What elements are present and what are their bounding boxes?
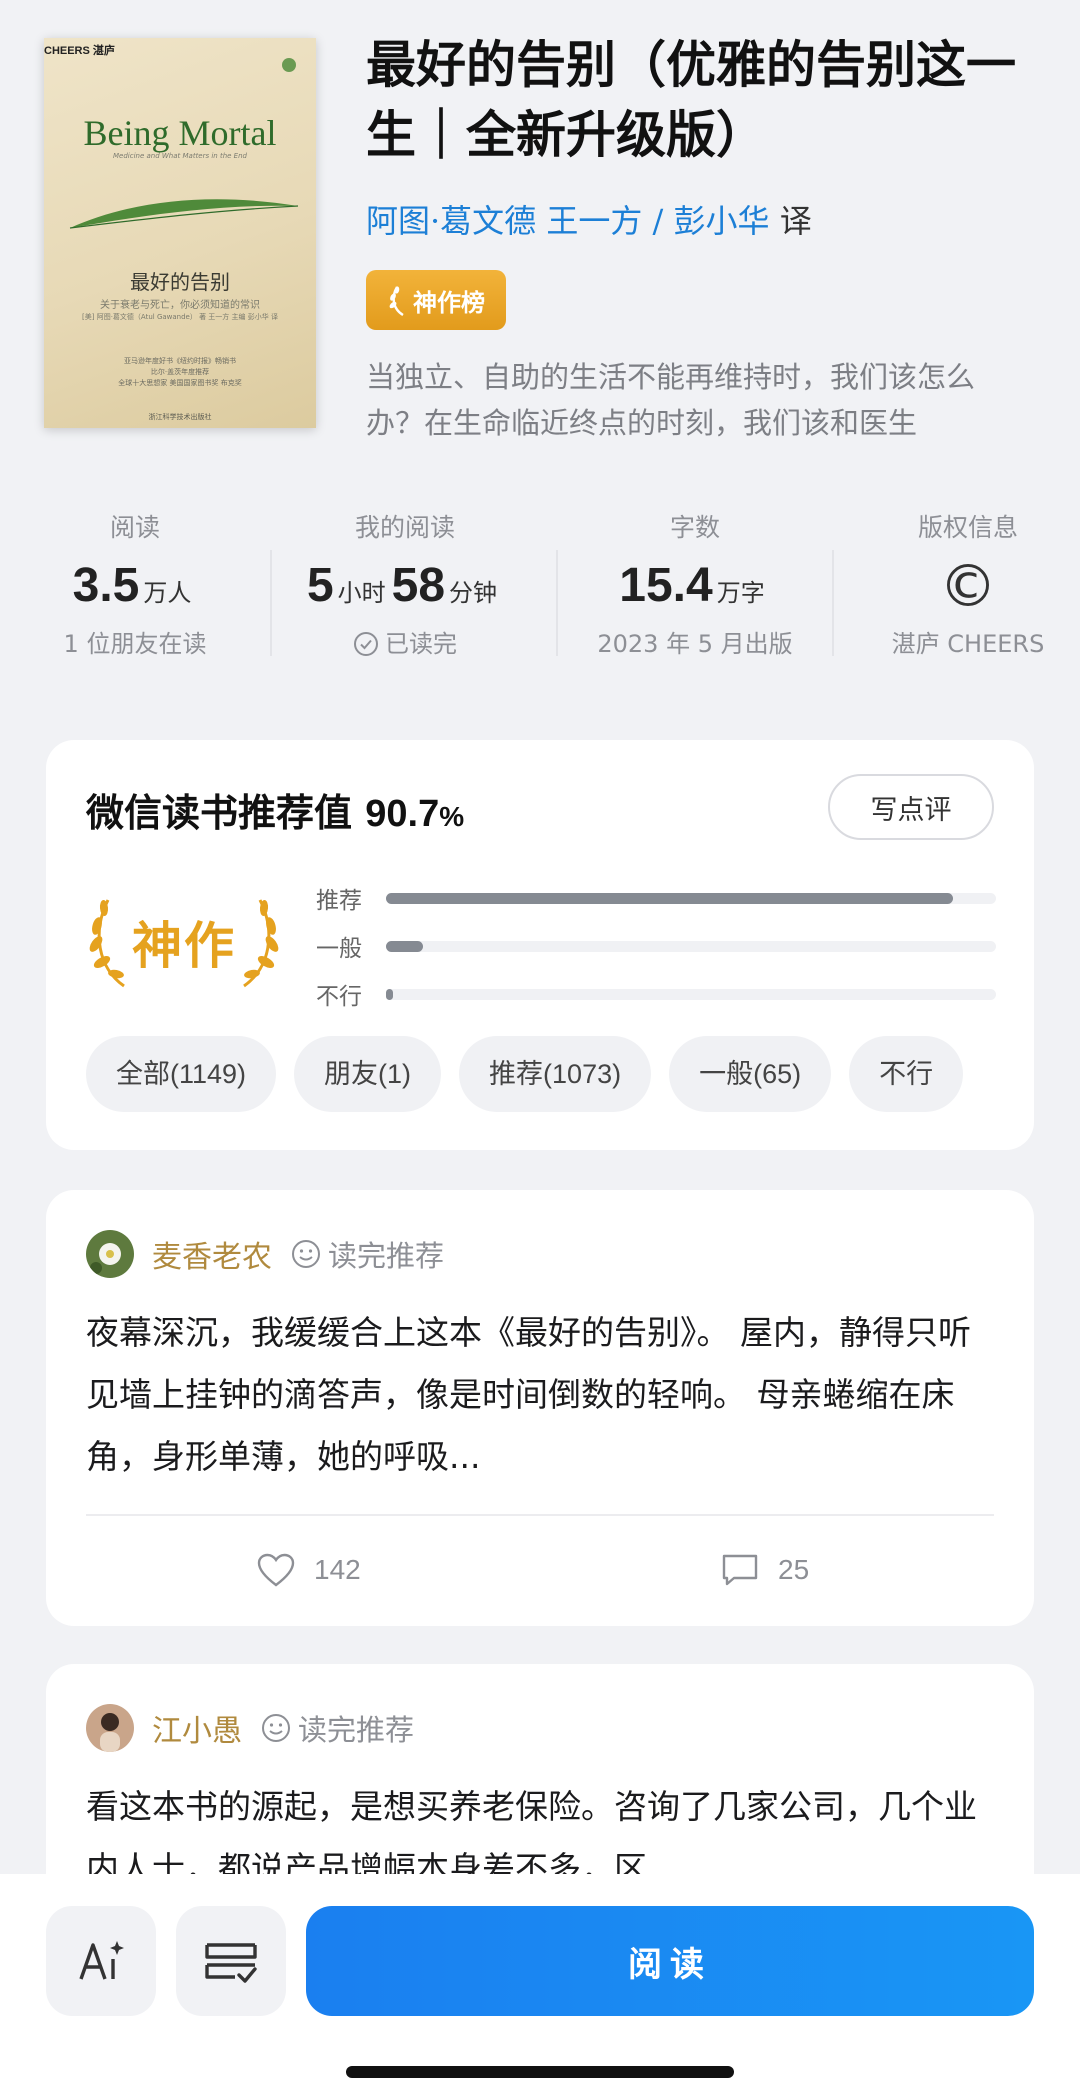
- cover-blurb: 亚马逊年度好书《纽约时报》畅销书 比尔·盖茨年度推荐 全球十大思想家 美国国家图…: [118, 357, 242, 387]
- chip-recommend[interactable]: 推荐(1073): [459, 1036, 652, 1112]
- cover-en-subtitle: Medicine and What Matters in the End: [112, 152, 247, 160]
- bar-fill: [386, 892, 954, 904]
- stat-my-reading[interactable]: 我的阅读 5 小时 58 分钟 已读完: [270, 508, 540, 664]
- cover-publisher-mark: CHEERS 湛庐: [44, 45, 115, 57]
- bottom-action-bar: 阅读: [0, 1874, 1080, 2096]
- review-tag: 读完推荐: [328, 1239, 445, 1273]
- stat-divider: [556, 550, 558, 656]
- stat-word-count[interactable]: 字数 15.4 万字 2023 年 5 月出版: [560, 508, 830, 664]
- comment-icon: [722, 1554, 758, 1586]
- rating-distribution: 推荐 一般 不行: [316, 874, 996, 1018]
- cover-leaf-icon: [69, 199, 299, 229]
- heart-icon: [257, 1553, 295, 1587]
- chip-friends[interactable]: 朋友(1): [294, 1036, 442, 1112]
- rating-bar-average: 一般: [316, 922, 996, 970]
- shelf-check-icon: [205, 1943, 257, 1983]
- write-review-button[interactable]: 写点评: [828, 774, 994, 840]
- add-to-shelf-button[interactable]: [176, 1906, 286, 2016]
- masterpiece-list-badge[interactable]: 神作榜: [366, 270, 506, 330]
- ai-assistant-button[interactable]: [46, 1906, 156, 2016]
- cover-en-title: Being Mortal: [83, 113, 277, 153]
- book-intro[interactable]: 当独立、自助的生活不能再维持时，我们该怎么办？在生命临近终点的时刻，我们该和医生: [366, 354, 1026, 446]
- review-body: 夜幕深沉，我缓缓合上这本《最好的告别》。 屋内，静得只听见墙上挂钟的滴答声，像是…: [86, 1313, 971, 1476]
- rating-bar-bad: 不行: [316, 970, 996, 1018]
- rating-level-emblem: 神作: [84, 886, 284, 996]
- editor-link[interactable]: 王一方: [546, 202, 642, 240]
- chip-bad[interactable]: 不行: [849, 1036, 964, 1112]
- book-authors: 阿图·葛文德 王一方 / 彭小华 译: [366, 202, 812, 240]
- translator-role: 译: [779, 202, 812, 240]
- review-filter-chips: 全部(1149) 朋友(1) 推荐(1073) 一般(65) 不行: [86, 1036, 994, 1112]
- review-tag: 读完推荐: [298, 1713, 415, 1747]
- rating-card: 微信读书推荐值 90.7% 写点评 神作 推荐 一般 不行 全部(1149) 朋…: [46, 740, 1034, 1150]
- avatar[interactable]: [86, 1704, 134, 1752]
- copyright-icon: ©: [939, 552, 997, 620]
- bar-fill: [386, 940, 423, 952]
- smile-icon: [292, 1240, 320, 1268]
- cover-cn-title: 最好的告别: [130, 270, 230, 294]
- book-stats: 阅读 3.5 万人 1 位朋友在读 我的阅读 5 小时 58 分钟 已读完 字数 15.…: [0, 508, 1080, 688]
- comment-button[interactable]: 25: [720, 1540, 809, 1600]
- ai-icon: [79, 1941, 124, 1980]
- home-indicator[interactable]: [346, 2066, 734, 2078]
- stat-copyright[interactable]: 版权信息 © 湛庐 CHEERS: [834, 508, 1080, 664]
- stat-readers[interactable]: 阅读 3.5 万人 1 位朋友在读: [0, 508, 270, 664]
- smile-icon: [262, 1714, 290, 1742]
- chip-all[interactable]: 全部(1149): [86, 1036, 277, 1112]
- like-button[interactable]: 142: [256, 1540, 361, 1600]
- rating-bar-recommend: 推荐: [316, 874, 996, 922]
- cover-seal-icon: [282, 58, 296, 72]
- book-title: 最好的告别（优雅的告别这一生｜全新升级版）: [366, 35, 1016, 164]
- divider: [86, 1514, 994, 1516]
- cover-cn-subtitle: 关于衰老与死亡，你必须知道的常识: [100, 300, 260, 311]
- book-header: CHEERS 湛庐 Being Mortal Medicine and What…: [0, 0, 1080, 470]
- recommend-score: 微信读书推荐值 90.7%: [86, 791, 465, 835]
- reviewer-name[interactable]: 江小愚: [152, 1706, 242, 1750]
- reviewer-name[interactable]: 麦香老农: [152, 1232, 272, 1276]
- cover-press: 浙江科学技术出版社: [148, 413, 212, 421]
- chip-average[interactable]: 一般(65): [669, 1036, 832, 1112]
- book-cover[interactable]: CHEERS 湛庐 Being Mortal Medicine and What…: [44, 38, 316, 428]
- review-card[interactable]: 麦香老农 读完推荐 夜幕深沉，我缓缓合上这本《最好的告别》。 屋内，静得只听见墙…: [46, 1190, 1034, 1626]
- author-link[interactable]: 阿图·葛文德: [366, 202, 536, 240]
- laurel-small-icon: [389, 286, 404, 317]
- bar-fill: [386, 988, 394, 1000]
- cover-cn-authors: [美] 阿图·葛文德（Atul Gawande） 著 王一方 主编 彭小华 译: [82, 313, 278, 321]
- translator-link[interactable]: 彭小华: [674, 202, 770, 240]
- avatar[interactable]: [86, 1230, 134, 1278]
- check-circle-icon: [354, 632, 378, 656]
- read-button[interactable]: 阅读: [306, 1906, 1034, 2016]
